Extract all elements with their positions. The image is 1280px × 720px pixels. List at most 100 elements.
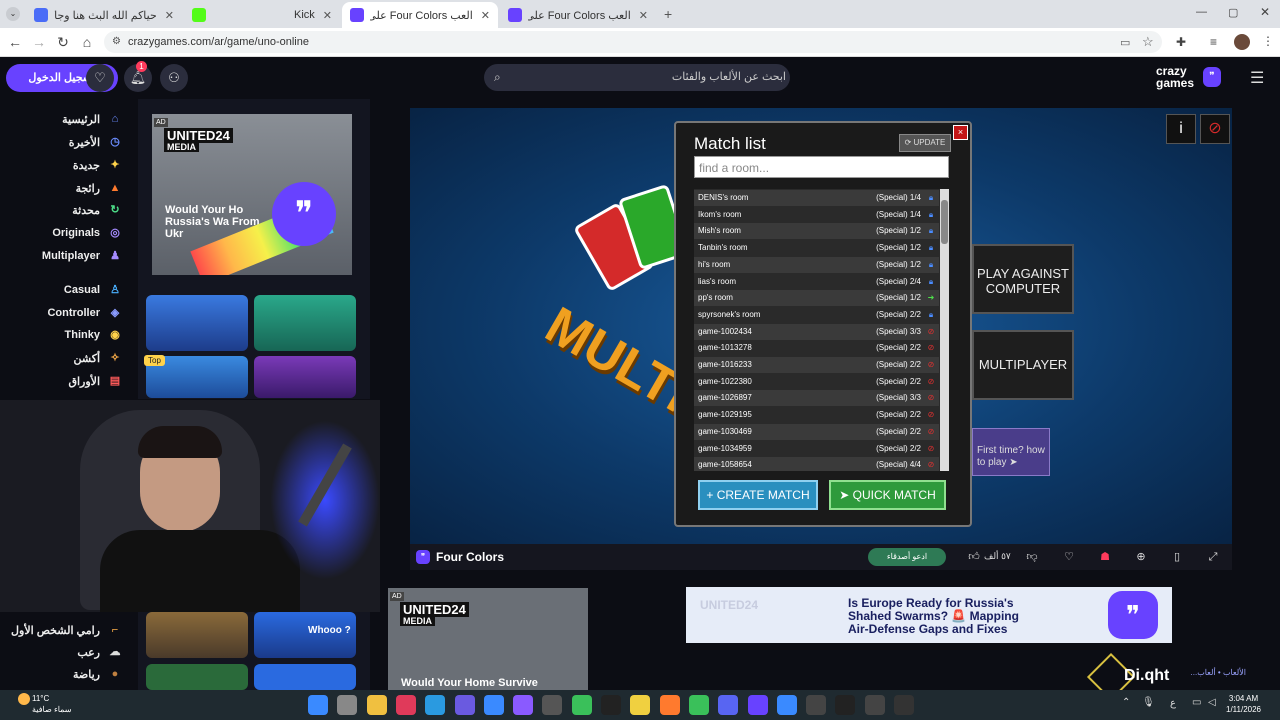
browser-tab[interactable]: العب Four Colors على كريز ✕ bbox=[500, 2, 656, 28]
room-list[interactable]: DENIS's room (Special) 1/4 🔒︎ Ikom's room (S… bbox=[694, 189, 949, 471]
fullscreen-icon[interactable]: ⤢ bbox=[1205, 549, 1221, 565]
window-maximize-icon[interactable]: ▢ bbox=[1228, 6, 1238, 19]
language-indicator[interactable]: ع bbox=[1170, 698, 1176, 709]
install-app-icon[interactable]: ▭ bbox=[1120, 36, 1130, 49]
obs-icon[interactable] bbox=[542, 695, 563, 715]
forward-icon[interactable]: → bbox=[30, 33, 48, 51]
firefox-icon[interactable] bbox=[659, 695, 680, 715]
embed-icon[interactable]: ⊕ bbox=[1133, 549, 1149, 565]
volume-icon[interactable]: ◁ bbox=[1208, 697, 1216, 708]
window-minimize-icon[interactable]: — bbox=[1196, 6, 1207, 18]
discord-icon[interactable] bbox=[718, 695, 739, 715]
window-close-icon[interactable]: ✕ bbox=[1260, 5, 1270, 19]
room-row[interactable]: Ikom's room (Special) 1/4 🔒︎ bbox=[694, 206, 939, 223]
home-icon[interactable]: ⌂ bbox=[78, 33, 96, 51]
network-icon[interactable]: ▭ bbox=[1192, 697, 1201, 708]
new-tab-icon[interactable]: + bbox=[664, 6, 672, 22]
room-row[interactable]: game-1030469 (Special) 2/2 ⊘ bbox=[694, 423, 939, 440]
browser-tab[interactable]: حياكم الله البث هنا وجاكو (TWRX) ✕ bbox=[26, 2, 182, 28]
app3-icon[interactable] bbox=[835, 695, 856, 715]
room-row[interactable]: DENIS's room (Special) 1/4 🔒︎ bbox=[694, 190, 939, 206]
room-row[interactable]: game-1022380 (Special) 2/2 ⊘ bbox=[694, 373, 939, 390]
room-row[interactable]: game-1026897 (Special) 3/3 ⊘ bbox=[694, 390, 939, 407]
sidebar-item[interactable]: رياضة ● bbox=[0, 663, 122, 685]
browser-menu-icon[interactable]: ⋮ bbox=[1262, 34, 1274, 48]
game-thumbnail-who[interactable] bbox=[254, 295, 356, 351]
file-explorer-icon[interactable] bbox=[366, 695, 387, 715]
room-row[interactable]: Mish's room (Special) 1/2 🔒︎ bbox=[694, 223, 939, 240]
weather-widget[interactable]: 11°C سماء صافية bbox=[32, 693, 72, 715]
sidebar-item[interactable]: Multiplayer ♟ bbox=[0, 245, 122, 267]
like-icon[interactable]: 👍︎ bbox=[966, 549, 982, 565]
game-thumbnail-four-in-row[interactable] bbox=[254, 356, 356, 398]
game-thumbnail-cards[interactable] bbox=[146, 664, 248, 690]
how-to-play-button[interactable]: First time? how to play ➤ bbox=[972, 428, 1050, 476]
room-row[interactable]: game-1034959 (Special) 2/2 ⊘ bbox=[694, 440, 939, 457]
teams-icon[interactable] bbox=[454, 695, 475, 715]
sidebar-item[interactable]: Thinky ◉ bbox=[0, 324, 122, 346]
room-list-scrollbar-thumb[interactable] bbox=[941, 200, 948, 244]
store-icon[interactable] bbox=[483, 695, 504, 715]
sticky-notes-icon[interactable] bbox=[630, 695, 651, 715]
task-view-icon[interactable] bbox=[337, 695, 358, 715]
sidebar-item[interactable]: Originals ◎ bbox=[0, 222, 122, 244]
profile-avatar[interactable] bbox=[1234, 34, 1250, 50]
breadcrumb[interactable]: الألعاب • ألعاب... bbox=[1160, 668, 1246, 677]
report-icon[interactable]: ☗ bbox=[1097, 549, 1113, 565]
tab-search-icon[interactable]: ⌄ bbox=[6, 7, 20, 21]
media-control-icon[interactable]: ≡ bbox=[1210, 35, 1217, 49]
sidebar-item[interactable]: رعب ☁ bbox=[0, 641, 122, 663]
edge-icon[interactable] bbox=[425, 695, 446, 715]
rotate-device-icon[interactable]: ▯ bbox=[1169, 549, 1185, 565]
mail-icon[interactable] bbox=[776, 695, 797, 715]
favorite-heart-icon[interactable]: ♡ bbox=[1061, 549, 1077, 565]
tiktok-icon[interactable] bbox=[601, 695, 621, 715]
room-row[interactable]: game-1058654 (Special) 4/4 ⊘ bbox=[694, 457, 939, 471]
invite-friends-button[interactable]: ادعو أصدقاء bbox=[868, 548, 946, 566]
sidebar-item[interactable]: رائجة ▲ bbox=[0, 177, 122, 199]
room-row[interactable]: hi's room (Special) 1/2 🔒︎ bbox=[694, 256, 939, 273]
game-thumbnail-ludo[interactable] bbox=[146, 295, 248, 351]
show-hidden-icons[interactable]: ⌃ bbox=[1122, 697, 1130, 708]
game-thumbnail-dice[interactable] bbox=[254, 664, 356, 690]
browser-tab[interactable]: العب Four Colors على كريز ✕ bbox=[342, 2, 498, 28]
sidebar-item[interactable]: الأوراق ▤ bbox=[0, 370, 122, 392]
clock[interactable]: 3:04 AM 1/11/2026 bbox=[1226, 693, 1261, 715]
play-against-computer-button[interactable]: PLAY AGAINST COMPUTER bbox=[972, 244, 1074, 314]
weather-icon[interactable] bbox=[18, 693, 30, 705]
crazygames-logo[interactable]: crazy games bbox=[1156, 65, 1194, 89]
friends-icon[interactable]: ⚇ bbox=[160, 64, 188, 92]
room-row[interactable]: game-1013278 (Special) 2/2 ⊘ bbox=[694, 340, 939, 357]
app2-icon[interactable] bbox=[806, 695, 827, 715]
reload-icon[interactable]: ↻ bbox=[54, 33, 72, 51]
sidebar-item[interactable]: أكشن ✧ bbox=[0, 347, 122, 369]
sidebar-item[interactable]: الرئيسية ⌂ bbox=[0, 108, 122, 130]
room-row[interactable]: pp's room (Special) 1/2 ➜ bbox=[694, 290, 939, 307]
extensions-icon[interactable]: ✚ bbox=[1176, 35, 1186, 49]
sidebar-item[interactable]: الأخيرة ◷ bbox=[0, 131, 122, 153]
room-row[interactable]: game-1029195 (Special) 2/2 ⊘ bbox=[694, 407, 939, 424]
sidebar-item[interactable]: Controller ◈ bbox=[0, 302, 122, 324]
create-match-button[interactable]: + CREATE MATCH bbox=[698, 480, 818, 510]
app4-icon[interactable] bbox=[864, 695, 885, 715]
search-input[interactable]: ⌕ ابحث عن الألعاب والفئات bbox=[484, 64, 790, 91]
side-ad-banner[interactable]: AD UNITED24 MEDIA Would Your Ho Russia's… bbox=[152, 114, 352, 275]
sidebar-item[interactable]: رامي الشخص الأول ⌐ bbox=[0, 619, 122, 641]
copilot-icon[interactable] bbox=[513, 695, 534, 715]
tab-close-icon[interactable]: ✕ bbox=[639, 9, 648, 22]
sidebar-item[interactable]: Casual ♙ bbox=[0, 279, 122, 301]
close-icon[interactable]: × bbox=[953, 125, 968, 140]
site-info-icon[interactable]: ⚙ bbox=[112, 31, 121, 53]
sidebar-item[interactable]: جديدة ✦ bbox=[0, 154, 122, 176]
room-row[interactable]: game-1016233 (Special) 2/2 ⊘ bbox=[694, 357, 939, 373]
bottom-ad-banner[interactable]: AD UNITED24 MEDIA Would Your Home Surviv… bbox=[388, 588, 588, 690]
room-row[interactable]: Tanbin's room (Special) 1/2 🔒︎ bbox=[694, 240, 939, 257]
browser-tab[interactable]: Kick ✕ bbox=[184, 2, 340, 28]
room-row[interactable]: lias's room (Special) 2/4 🔒︎ bbox=[694, 273, 939, 290]
terminal-icon[interactable] bbox=[894, 695, 914, 715]
favorites-heart-icon[interactable]: ♡ bbox=[86, 64, 114, 92]
quick-match-button[interactable]: ➤ QUICK MATCH bbox=[829, 480, 946, 510]
app-icon[interactable] bbox=[395, 695, 416, 715]
room-row[interactable]: game-1002434 (Special) 3/3 ⊘ bbox=[694, 323, 939, 340]
room-row[interactable]: spyrsonek's room (Special) 2/2 🔒︎ bbox=[694, 306, 939, 323]
